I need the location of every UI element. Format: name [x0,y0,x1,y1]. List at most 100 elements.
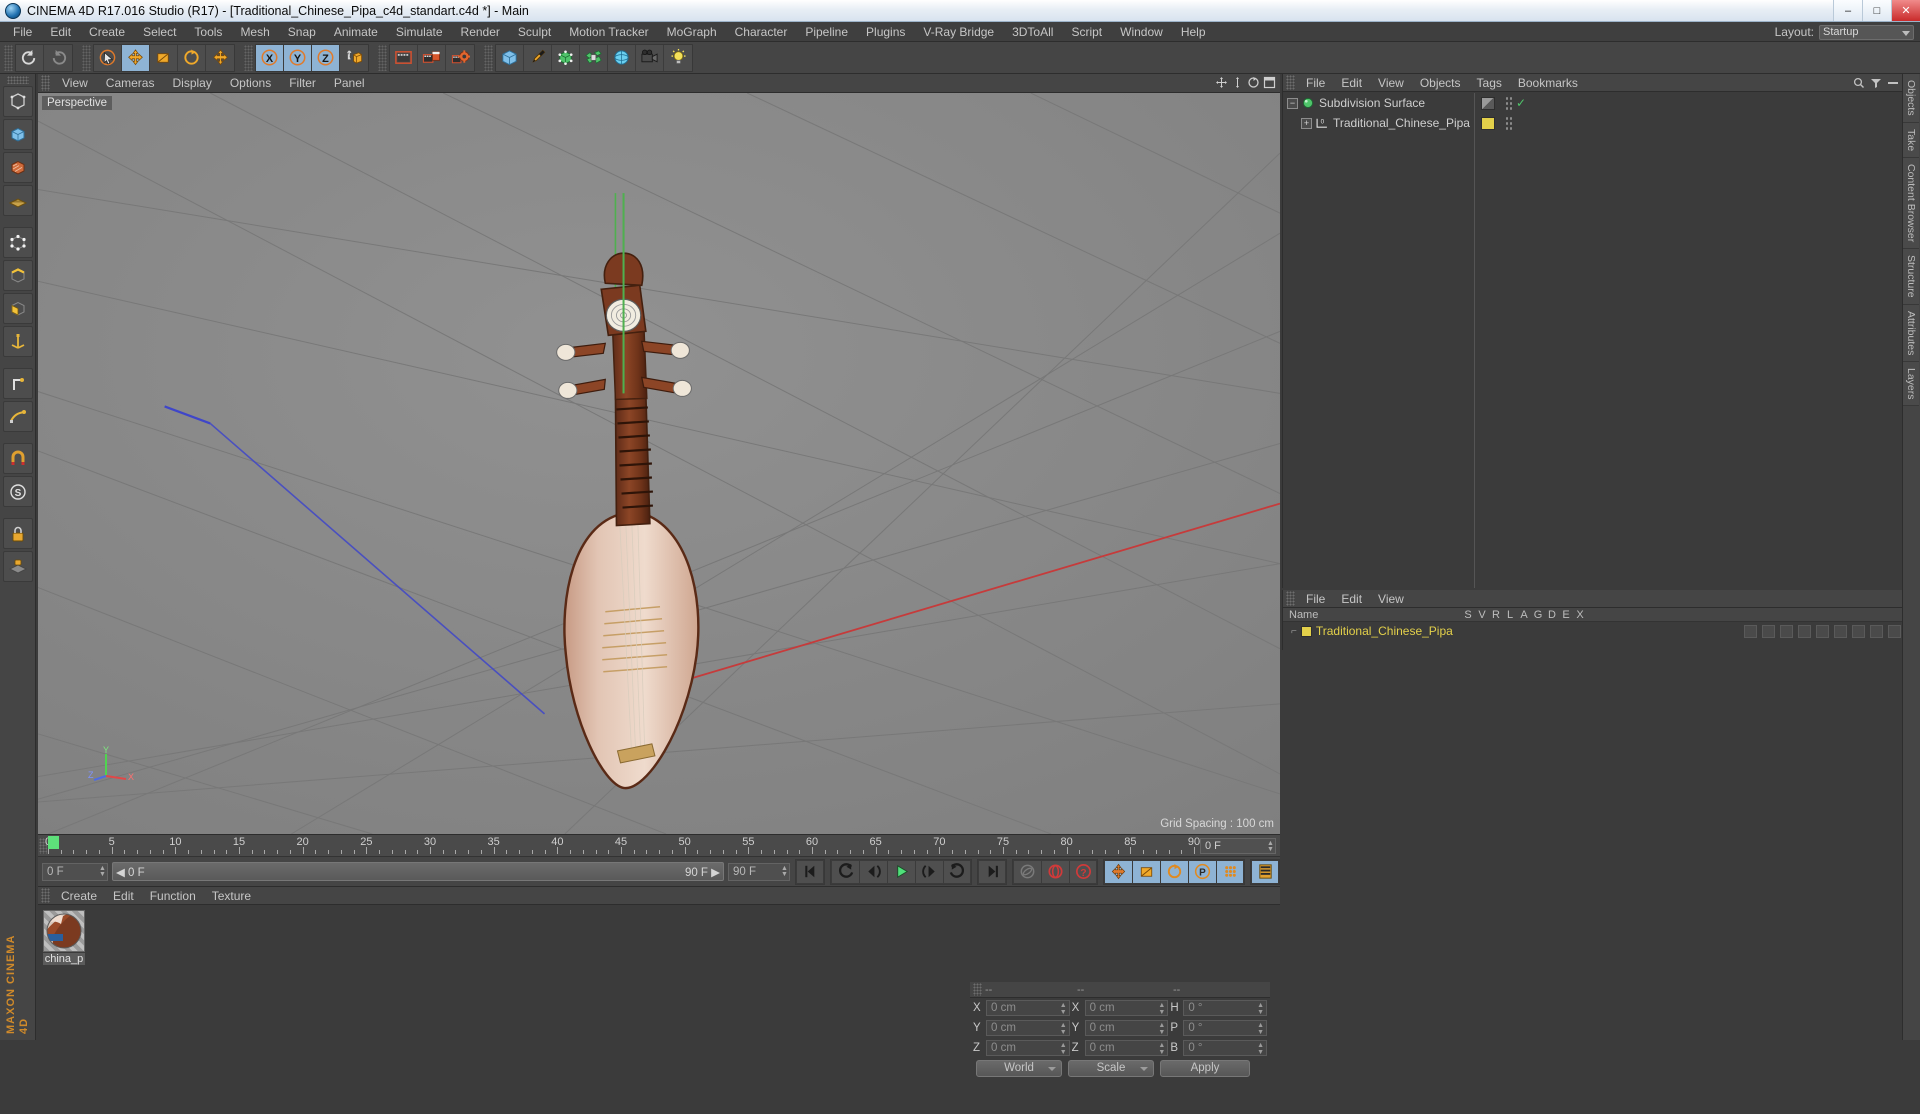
redo-button[interactable] [44,45,72,71]
menu-item-file[interactable]: File [4,22,41,42]
viewport-scale-icon[interactable] [1231,76,1244,89]
max-frame-field[interactable]: 90 F ▲▼ [728,863,790,881]
menu-item-snap[interactable]: Snap [279,22,325,42]
timeline-current-frame-field[interactable]: 0 F ▲▼ [1200,838,1276,854]
object-manager-menu-tags[interactable]: Tags [1469,74,1510,92]
render-settings-button[interactable] [446,45,474,71]
right-tab-take[interactable]: Take [1903,123,1919,158]
material-menu-edit[interactable]: Edit [105,887,142,905]
mode-snap-tool[interactable] [3,443,33,474]
move-axis-tool[interactable] [206,45,234,71]
viewport-maximize-icon[interactable] [1263,76,1276,89]
viewport-move-icon[interactable] [1215,76,1228,89]
rotation-h-field[interactable]: 0 °▲▼ [1183,1000,1267,1016]
add-environment-button[interactable] [608,45,636,71]
scale-tool[interactable] [150,45,178,71]
position-key-button[interactable] [1104,860,1132,884]
object-row-0[interactable]: −Subdivision Surface [1283,93,1474,113]
menu-item-mesh[interactable]: Mesh [231,22,278,42]
spinner-icon[interactable]: ▲▼ [781,866,787,879]
material-item-0[interactable]: china_p [42,910,86,965]
viewport-rotate-icon[interactable] [1247,76,1260,89]
ghost-icon[interactable] [1798,625,1811,638]
undo-button[interactable] [16,45,44,71]
layer-color-swatch-1[interactable] [1481,117,1495,130]
mode-edges-tool[interactable] [3,260,33,291]
spinner-icon[interactable]: ▲▼ [1060,1022,1067,1036]
object-expander-1[interactable]: + [1301,118,1312,129]
z-axis-lock[interactable]: Z [312,45,340,71]
menu-item-script[interactable]: Script [1062,22,1111,42]
object-row-1[interactable]: +0Traditional_Chinese_Pipa [1283,113,1474,133]
layer-color-swatch-0[interactable] [1481,97,1495,110]
keyframe-selection-button[interactable]: ? [1069,860,1097,884]
menu-item-mograph[interactable]: MoGraph [658,22,726,42]
expression-icon[interactable] [1888,625,1901,638]
menu-item-motion-tracker[interactable]: Motion Tracker [560,22,657,42]
menu-item-create[interactable]: Create [80,22,134,42]
mode-workplane-tool[interactable] [3,185,33,216]
spinner-icon[interactable]: ▲▼ [1257,1042,1264,1056]
timeline-playhead[interactable] [48,836,59,849]
right-tab-structure[interactable]: Structure [1903,249,1919,305]
mode-lock-tool[interactable] [3,518,33,549]
search-icon[interactable] [1853,77,1865,89]
viewport-menu-panel[interactable]: Panel [325,74,374,93]
coordinate-manager-grip[interactable] [973,983,982,996]
go-to-end-button[interactable] [978,860,1006,884]
timeline-ruler-bar[interactable]: 051015202530354045505560657075808590 0 F… [38,834,1280,856]
right-tab-objects[interactable]: Objects [1903,74,1919,123]
spinner-icon[interactable]: ▲▼ [99,866,105,879]
viewport-menu-options[interactable]: Options [221,74,280,93]
viewport-menu-cameras[interactable]: Cameras [97,74,164,93]
size-z-field[interactable]: 0 cm▲▼ [1085,1040,1169,1056]
viewport-grip[interactable] [41,75,50,91]
viewport-menu-view[interactable]: View [53,74,97,93]
add-camera-button[interactable] [636,45,664,71]
go-to-start-button[interactable] [796,860,824,884]
rotate-tool[interactable] [178,45,206,71]
lock-icon[interactable] [1816,625,1829,638]
mode-workplane-lock-tool[interactable] [3,551,33,582]
object-tree[interactable]: −Subdivision Surface+0Traditional_Chines… [1283,93,1920,588]
object-manager-menu-view[interactable]: View [1370,74,1412,92]
mono-icon[interactable] [1780,625,1793,638]
menu-item-character[interactable]: Character [726,22,797,42]
mode-viewport-solo-tool[interactable]: S [3,476,33,507]
object-tree-tagarea[interactable]: ✓ [1475,93,1920,588]
object-manager-menu-edit[interactable]: Edit [1333,74,1370,92]
menu-item-v-ray-bridge[interactable]: V-Ray Bridge [914,22,1003,42]
filter-icon[interactable] [1870,77,1882,89]
toolbar-grip[interactable] [484,45,493,71]
material-manager-grip[interactable] [41,888,50,903]
right-tab-content-browser[interactable]: Content Browser [1903,158,1919,249]
size-x-field[interactable]: 0 cm▲▼ [1085,1000,1169,1016]
scale-key-button[interactable] [1132,860,1160,884]
mode-editable-tool[interactable] [3,86,33,117]
attribute-manager-menu-file[interactable]: File [1298,590,1333,608]
object-tags-1[interactable] [1475,113,1920,133]
mode-polygons-tool[interactable] [3,293,33,324]
toolbar-grip[interactable] [378,45,387,71]
material-menu-create[interactable]: Create [53,887,105,905]
step-forward-button[interactable] [915,860,943,884]
mode-enable-axis-tool[interactable] [3,368,33,399]
autokeying-button[interactable] [1041,860,1069,884]
attribute-manager-grip[interactable] [1286,591,1295,606]
viewport-menu-filter[interactable]: Filter [280,74,325,93]
add-generator-button[interactable] [552,45,580,71]
position-y-field[interactable]: 0 cm▲▼ [986,1020,1070,1036]
menu-item-pipeline[interactable]: Pipeline [796,22,857,42]
toolbar-grip[interactable] [4,45,13,71]
add-deformer-button[interactable] [580,45,608,71]
world-coordinate-toggle[interactable] [340,45,368,71]
material-menu-texture[interactable]: Texture [204,887,259,905]
record-active-objects-button[interactable] [1013,860,1041,884]
object-manager-grip[interactable] [1286,75,1295,90]
spinner-icon[interactable]: ▲▼ [1257,1022,1264,1036]
x-axis-lock[interactable]: X [256,45,284,71]
attribute-manager-menu-view[interactable]: View [1370,590,1412,608]
viewport-menu-display[interactable]: Display [163,74,220,93]
material-menu-function[interactable]: Function [142,887,204,905]
move-tool[interactable] [122,45,150,71]
